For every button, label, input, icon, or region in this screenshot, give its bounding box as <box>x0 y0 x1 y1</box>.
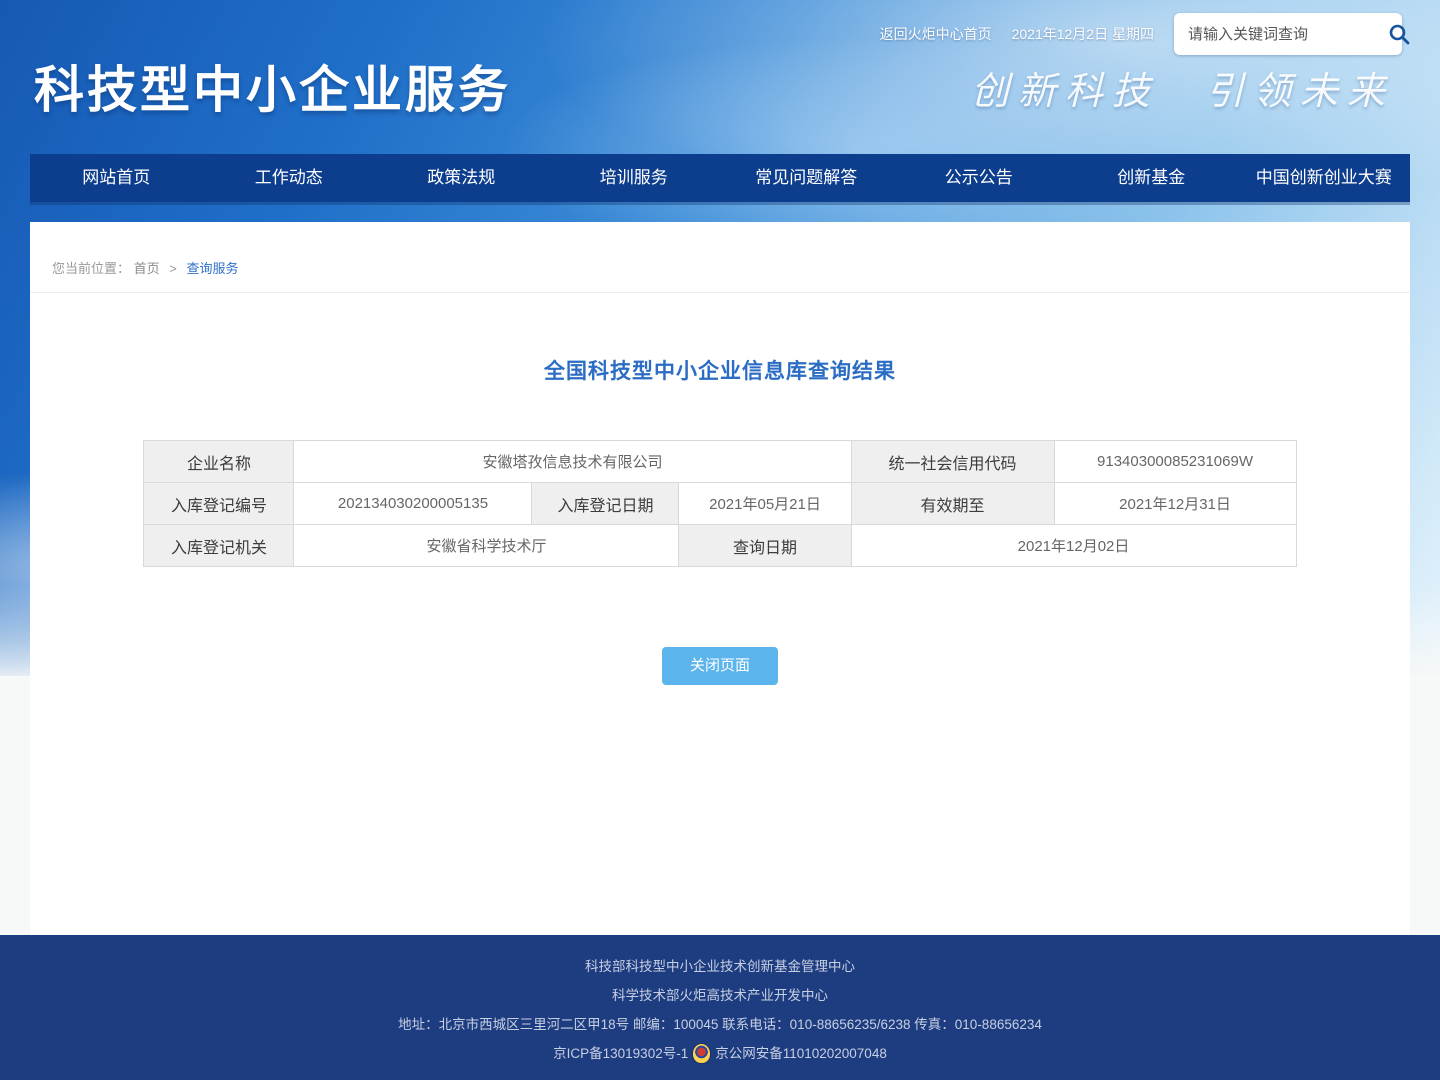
nav-item-announcements[interactable]: 公示公告 <box>893 154 1066 202</box>
button-row: 关闭页面 <box>30 647 1410 685</box>
footer-org-line-1: 科技部科技型中小企业技术创新基金管理中心 <box>0 952 1440 981</box>
query-date-label: 查询日期 <box>679 525 851 567</box>
credit-code-label: 统一社会信用代码 <box>851 441 1054 483</box>
registration-no-label: 入库登记编号 <box>144 483 294 525</box>
registration-date-label: 入库登记日期 <box>532 483 679 525</box>
nav-item-home[interactable]: 网站首页 <box>30 154 203 202</box>
torch-center-home-link[interactable]: 返回火炬中心首页 <box>880 24 992 44</box>
breadcrumb: 您当前位置： 首页 > 查询服务 <box>30 222 1410 277</box>
police-badge-icon <box>693 1044 710 1063</box>
valid-until-label: 有效期至 <box>851 483 1054 525</box>
nav-item-work-news[interactable]: 工作动态 <box>203 154 376 202</box>
breadcrumb-current-link[interactable]: 查询服务 <box>187 261 239 276</box>
nav-item-policies[interactable]: 政策法规 <box>375 154 548 202</box>
site-slogan: 创新科技 引领未来 <box>971 60 1394 115</box>
search-input[interactable] <box>1188 26 1387 43</box>
company-name-value: 安徽塔孜信息技术有限公司 <box>294 441 851 483</box>
close-page-button[interactable]: 关闭页面 <box>662 647 778 685</box>
registration-authority-label: 入库登记机关 <box>144 525 294 567</box>
company-name-label: 企业名称 <box>144 441 294 483</box>
footer-org-line-2: 科学技术部火炬高技术产业开发中心 <box>0 981 1440 1010</box>
table-row: 入库登记机关 安徽省科学技术厅 查询日期 2021年12月02日 <box>144 525 1296 567</box>
registration-authority-value: 安徽省科学技术厅 <box>294 525 679 567</box>
footer-address-line: 地址：北京市西城区三里河二区甲18号 邮编：100045 联系电话：010-88… <box>0 1010 1440 1039</box>
icp-number: 京ICP备13019302号-1 <box>553 1039 688 1068</box>
current-date-text: 2021年12月2日 星期四 <box>1012 24 1154 44</box>
keyword-search-box <box>1174 13 1402 55</box>
registration-date-value: 2021年05月21日 <box>679 483 851 525</box>
nav-item-training[interactable]: 培训服务 <box>548 154 721 202</box>
query-date-value: 2021年12月02日 <box>851 525 1296 567</box>
police-registration-number: 京公网安备11010202007048 <box>715 1039 887 1068</box>
breadcrumb-divider <box>30 292 1410 293</box>
credit-code-value: 91340300085231069W <box>1054 441 1296 483</box>
breadcrumb-separator: > <box>169 261 177 276</box>
page-title: 全国科技型中小企业信息库查询结果 <box>30 355 1410 385</box>
registration-no-value: 202134030200005135 <box>294 483 532 525</box>
table-row: 企业名称 安徽塔孜信息技术有限公司 统一社会信用代码 9134030008523… <box>144 441 1296 483</box>
table-row: 入库登记编号 202134030200005135 入库登记日期 2021年05… <box>144 483 1296 525</box>
nav-item-innovation-contest[interactable]: 中国创新创业大赛 <box>1238 154 1411 202</box>
top-utility-bar: 返回火炬中心首页 2021年12月2日 星期四 <box>880 12 1402 56</box>
query-result-table: 企业名称 安徽塔孜信息技术有限公司 统一社会信用代码 9134030008523… <box>143 440 1296 567</box>
main-navigation: 网站首页 工作动态 政策法规 培训服务 常见问题解答 公示公告 创新基金 中国创… <box>30 154 1410 202</box>
valid-until-value: 2021年12月31日 <box>1054 483 1296 525</box>
site-logo-title: 科技型中小企业服务 <box>34 50 511 122</box>
nav-item-innovation-fund[interactable]: 创新基金 <box>1065 154 1238 202</box>
page-footer: 科技部科技型中小企业技术创新基金管理中心 科学技术部火炬高技术产业开发中心 地址… <box>0 935 1440 1080</box>
footer-icp-line: 京ICP备13019302号-1 京公网安备11010202007048 <box>0 1039 1440 1068</box>
breadcrumb-label: 您当前位置： <box>52 261 130 276</box>
nav-item-faq[interactable]: 常见问题解答 <box>720 154 893 202</box>
breadcrumb-home-link[interactable]: 首页 <box>134 261 160 276</box>
search-icon[interactable] <box>1387 22 1411 46</box>
content-panel: 您当前位置： 首页 > 查询服务 全国科技型中小企业信息库查询结果 企业名称 安… <box>30 222 1410 935</box>
